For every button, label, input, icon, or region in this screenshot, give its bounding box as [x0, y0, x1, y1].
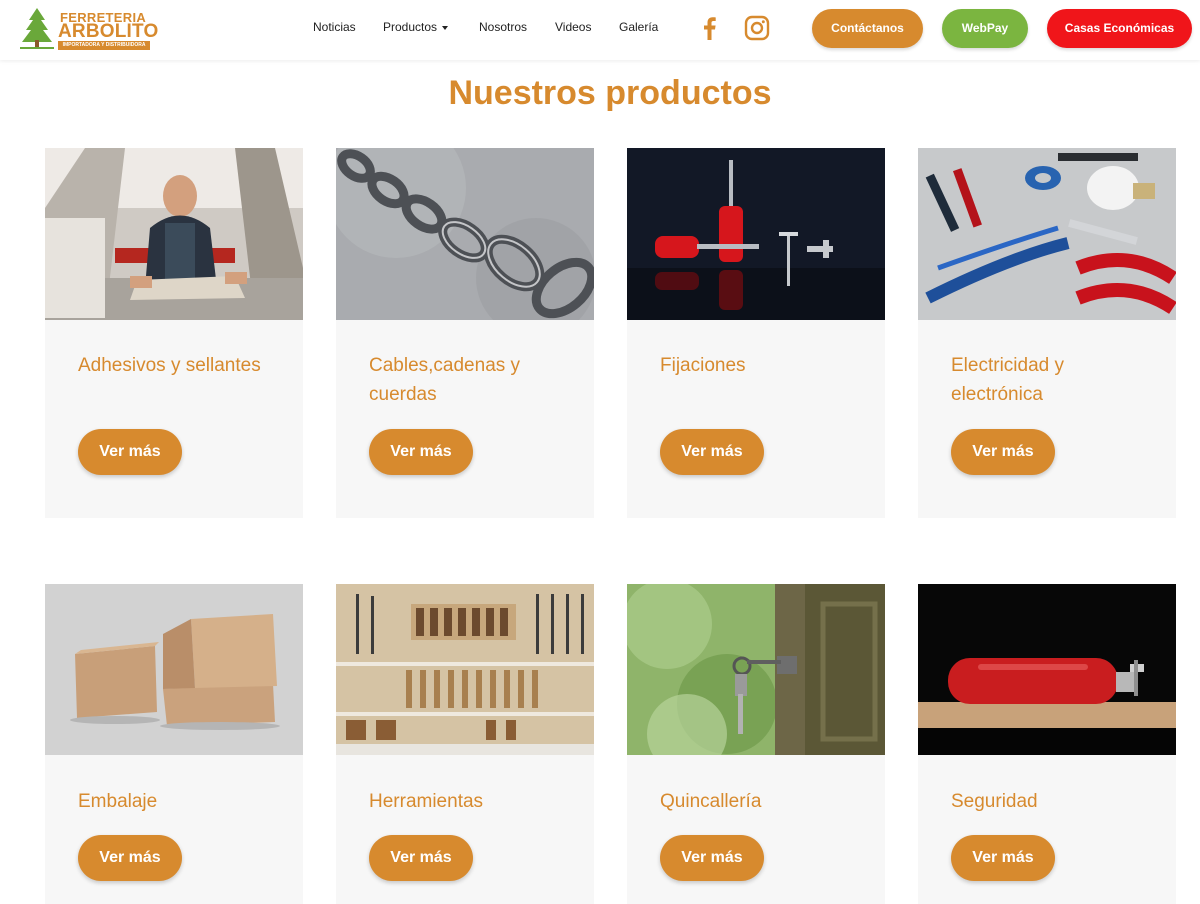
product-card: Quincallería Ver más — [627, 584, 885, 904]
product-card: Embalaje Ver más — [45, 584, 303, 904]
ver-mas-button[interactable]: Ver más — [78, 835, 182, 881]
contact-button[interactable]: Contáctanos — [812, 9, 923, 48]
product-title: Quincallería — [660, 791, 762, 812]
ver-mas-button[interactable]: Ver más — [78, 429, 182, 475]
ver-mas-button[interactable]: Ver más — [951, 835, 1055, 881]
nav-item-productos-label: Productos — [383, 20, 438, 34]
nav-item-nosotros[interactable]: Nosotros — [479, 20, 527, 34]
product-image[interactable] — [627, 148, 885, 320]
product-title: Adhesivos y sellantes — [78, 355, 261, 376]
ver-mas-button[interactable]: Ver más — [660, 429, 764, 475]
product-title: Seguridad — [951, 791, 1038, 812]
facebook-icon[interactable] — [697, 15, 723, 41]
product-title: Fijaciones — [660, 355, 746, 376]
product-title: Embalaje — [78, 791, 158, 812]
logo-text-arbolito: ARBOLITO — [58, 21, 159, 42]
webpay-button[interactable]: WebPay — [942, 9, 1028, 48]
product-image[interactable] — [918, 584, 1176, 755]
caret-down-icon — [442, 25, 449, 30]
product-image[interactable] — [627, 584, 885, 755]
product-title: Electricidad y electrónica — [951, 355, 1064, 405]
product-card: Seguridad Ver más — [918, 584, 1176, 904]
nav-item-productos[interactable]: Productos — [383, 20, 449, 34]
instagram-icon[interactable] — [744, 15, 770, 41]
ver-mas-button[interactable]: Ver más — [951, 429, 1055, 475]
product-image[interactable] — [336, 584, 594, 755]
tree-logo-icon — [20, 8, 54, 49]
product-card: Electricidad y electrónica Ver más — [918, 148, 1176, 518]
logo-tagline: IMPORTADORA Y DISTRIBUIDORA — [58, 41, 150, 50]
product-title: Herramientas — [369, 791, 484, 812]
product-image[interactable] — [45, 584, 303, 755]
product-image[interactable] — [45, 148, 303, 320]
nav-item-galeria[interactable]: Galería — [619, 20, 658, 34]
ver-mas-button[interactable]: Ver más — [369, 835, 473, 881]
nav-item-videos[interactable]: Videos — [555, 20, 591, 34]
product-card: Herramientas Ver más — [336, 584, 594, 904]
site-logo[interactable]: FERRETERIA ARBOLITO IMPORTADORA Y DISTRI… — [18, 6, 158, 50]
product-card: Fijaciones Ver más — [627, 148, 885, 518]
ver-mas-button[interactable]: Ver más — [660, 835, 764, 881]
product-image[interactable] — [336, 148, 594, 320]
product-card: Cables,cadenas y cuerdas Ver más — [336, 148, 594, 518]
section-title: Nuestros productos — [448, 74, 772, 112]
nav-item-noticias[interactable]: Noticias — [313, 20, 356, 34]
casas-economicas-button[interactable]: Casas Económicas — [1047, 9, 1192, 48]
site-header: FERRETERIA ARBOLITO IMPORTADORA Y DISTRI… — [0, 0, 1200, 60]
product-card: Adhesivos y sellantes Ver más — [45, 148, 303, 518]
product-title: Cables,cadenas y cuerdas — [369, 355, 521, 405]
ver-mas-button[interactable]: Ver más — [369, 429, 473, 475]
product-image[interactable] — [918, 148, 1176, 320]
